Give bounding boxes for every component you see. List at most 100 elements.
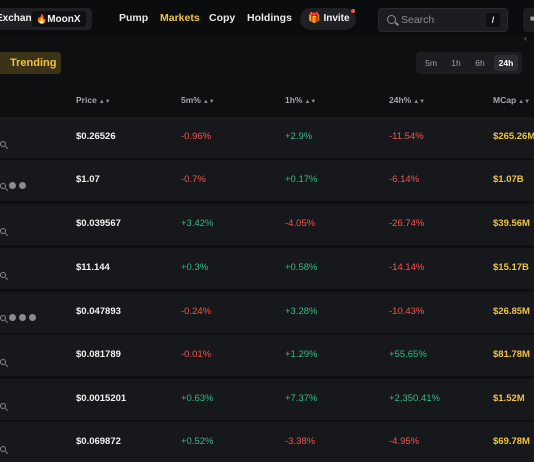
price-value: $0.081789 <box>76 349 121 360</box>
social-icon[interactable] <box>9 314 16 321</box>
nav-holdings[interactable]: Holdings <box>247 12 292 24</box>
social-icon[interactable] <box>9 182 16 189</box>
column-1h[interactable]: 1h% ▲▼ <box>285 95 316 105</box>
market-cap: $69.78M <box>493 436 530 447</box>
market-cap: $39.56M <box>493 218 530 229</box>
change-5m: +0.52% <box>181 436 214 447</box>
price-value: $11.144 <box>76 262 110 273</box>
search-icon[interactable] <box>0 403 6 409</box>
market-cap: $81.78M <box>493 349 530 360</box>
table-row[interactable]: $0.069872 +0.52% -3.38% -4.95% $69.78M <box>0 422 534 462</box>
market-cap: $26.85M <box>493 306 530 317</box>
change-24h: +2,350.41% <box>389 393 440 404</box>
nav-markets[interactable]: Markets <box>160 12 200 24</box>
timeframe-5m[interactable]: 5m <box>422 55 440 71</box>
token-links <box>0 228 6 234</box>
column-24h[interactable]: 24h% ▲▼ <box>389 95 425 105</box>
token-links <box>0 403 6 409</box>
sort-icon: ▲▼ <box>202 99 215 105</box>
search-icon[interactable] <box>0 314 6 321</box>
change-1h: +7.37% <box>285 393 318 404</box>
timeframe-1h[interactable]: 1h <box>448 55 464 71</box>
change-1h: -4.05% <box>285 218 316 229</box>
invite-button[interactable]: 🎁 Invite <box>300 8 356 30</box>
token-links <box>0 446 6 452</box>
moonx-tab[interactable]: 🔥MoonX <box>32 11 86 27</box>
column-mcap[interactable]: MCap ▲▼ <box>493 95 530 105</box>
trending-tab[interactable]: Trending <box>0 52 61 74</box>
notification-dot <box>351 9 355 13</box>
timeframe-6h[interactable]: 6h <box>472 55 488 71</box>
market-cap: $265.26M <box>493 131 534 142</box>
top-bar: Exchange 🔥MoonX Pump Markets Copy Holdin… <box>0 0 534 38</box>
product-switcher: Exchange 🔥MoonX <box>0 8 92 30</box>
invite-label: Invite <box>323 13 350 24</box>
table-header: Price ▲▼ 5m% ▲▼ 1h% ▲▼ 24h% ▲▼ MCap ▲▼ <box>0 86 534 114</box>
timeframe-24h[interactable]: 24h <box>494 55 518 71</box>
chevron-left-icon[interactable]: ‹ <box>524 33 527 43</box>
change-1h: +3.28% <box>285 306 318 317</box>
fire-icon: 🔥 <box>36 14 48 24</box>
sort-icon: ▲▼ <box>413 99 426 105</box>
market-cap: $1.07B <box>493 174 524 185</box>
change-1h: +1.29% <box>285 349 318 360</box>
search-input[interactable] <box>401 13 481 27</box>
price-value: $0.26526 <box>76 131 116 142</box>
change-5m: -0.96% <box>181 131 212 142</box>
column-5m[interactable]: 5m% ▲▼ <box>181 95 215 105</box>
token-links <box>0 141 6 147</box>
change-24h: -26.74% <box>389 218 425 229</box>
search-icon[interactable] <box>0 446 6 452</box>
price-value: $1.07 <box>76 174 100 185</box>
search-shortcut-key: / <box>486 13 500 27</box>
price-value: $0.0015201 <box>76 393 127 404</box>
table-row[interactable]: $0.047893 -0.24% +3.28% -10.43% $26.85M <box>0 292 534 333</box>
search-box[interactable]: / <box>378 8 508 32</box>
table-row[interactable]: $11.144 +0.3% +0.58% -14.14% $15.17B <box>0 248 534 289</box>
price-value: $0.039567 <box>76 218 121 229</box>
timeframe-selector: 5m 1h 6h 24h <box>416 52 522 74</box>
nav-pump[interactable]: Pump <box>119 12 148 24</box>
change-5m: +0.63% <box>181 393 214 404</box>
change-5m: +0.3% <box>181 262 209 273</box>
search-icon <box>387 15 396 24</box>
social-icon[interactable] <box>19 182 26 189</box>
change-5m: -0.01% <box>181 349 212 360</box>
change-1h: +2.9% <box>285 131 313 142</box>
change-24h: -6.14% <box>389 174 420 185</box>
nav-copy[interactable]: Copy <box>209 12 235 24</box>
change-24h: -10.43% <box>389 306 425 317</box>
moonx-label: MoonX <box>47 14 81 25</box>
change-5m: +3.42% <box>181 218 214 229</box>
table-row[interactable]: $0.0015201 +0.63% +7.37% +2,350.41% $1.52M <box>0 379 534 420</box>
table-row[interactable]: $0.26526 -0.96% +2.9% -11.54% $265.26M <box>0 117 534 158</box>
token-links <box>0 182 26 189</box>
change-24h: -4.95% <box>389 436 420 447</box>
change-24h: +55.65% <box>389 349 427 360</box>
change-24h: -11.54% <box>389 131 424 142</box>
sort-icon: ▲▼ <box>304 99 317 105</box>
change-5m: -0.24% <box>181 306 212 317</box>
column-price[interactable]: Price ▲▼ <box>76 95 111 105</box>
search-icon[interactable] <box>0 228 6 234</box>
change-24h: -14.14% <box>389 262 425 273</box>
search-icon[interactable] <box>0 182 6 189</box>
price-value: $0.047893 <box>76 306 121 317</box>
wallet-icon: ■ <box>530 14 534 23</box>
search-icon[interactable] <box>0 141 6 147</box>
token-links <box>0 314 36 321</box>
market-cap: $1.52M <box>493 393 525 404</box>
social-icon[interactable] <box>29 314 36 321</box>
gift-icon: 🎁 <box>308 13 321 24</box>
table-row[interactable]: $0.081789 -0.01% +1.29% +55.65% $81.78M <box>0 335 534 376</box>
search-icon[interactable] <box>0 359 6 365</box>
change-1h: +0.17% <box>285 174 318 185</box>
table-row[interactable]: $1.07 -0.7% +0.17% -6.14% $1.07B <box>0 160 534 201</box>
search-icon[interactable] <box>0 272 6 278</box>
social-icon[interactable] <box>19 314 26 321</box>
table-row[interactable]: $0.039567 +3.42% -4.05% -26.74% $39.56M <box>0 204 534 245</box>
token-links <box>0 272 6 278</box>
change-1h: +0.58% <box>285 262 318 273</box>
sort-icon: ▲▼ <box>98 99 111 105</box>
sort-icon: ▲▼ <box>518 99 531 105</box>
